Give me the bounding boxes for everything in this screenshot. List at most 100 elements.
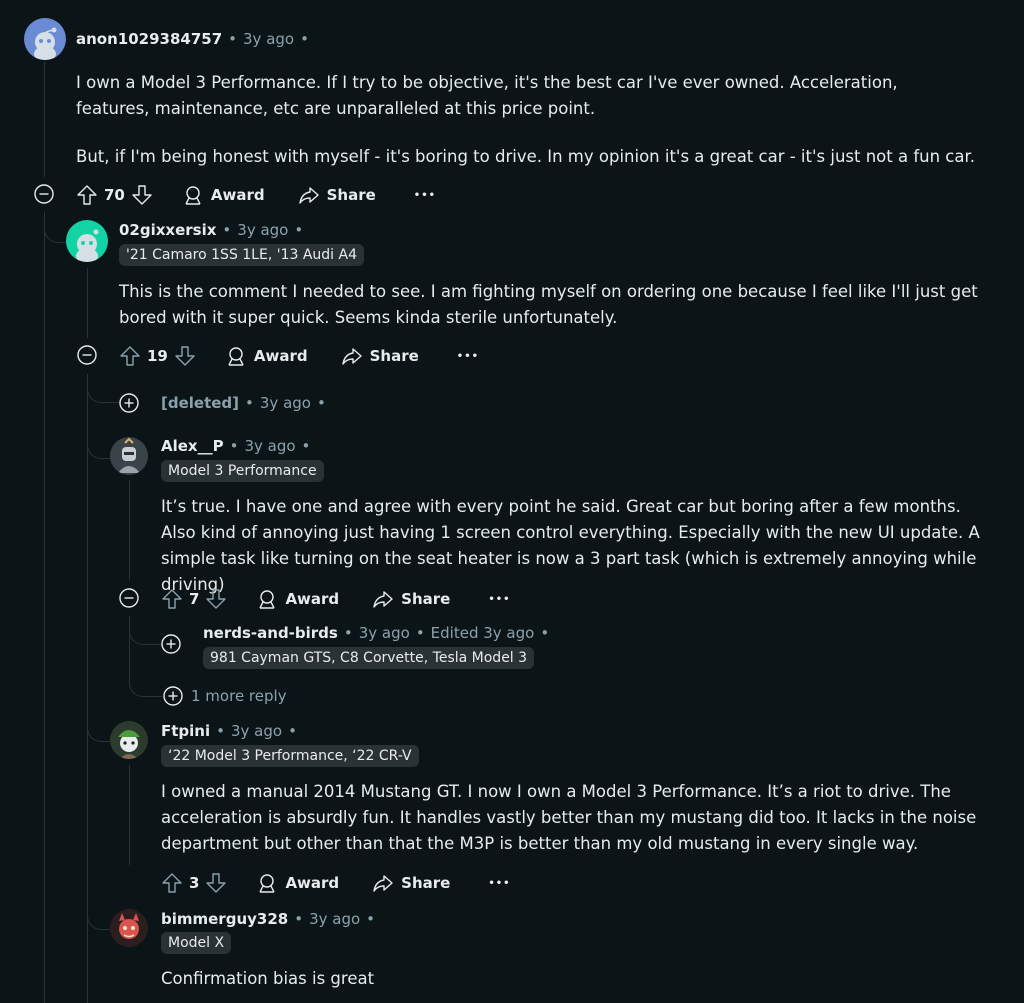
upvote-icon[interactable] (119, 345, 141, 367)
more-options-button[interactable]: ••• (457, 351, 479, 362)
share-icon (298, 187, 319, 204)
minus-circle-icon (119, 588, 139, 608)
award-button[interactable]: Award (226, 346, 308, 366)
avatar[interactable] (110, 721, 148, 759)
snoo-avatar-icon (34, 27, 57, 60)
user-flair: Model X (161, 932, 232, 954)
upvote-icon[interactable] (161, 872, 183, 894)
comment-body: I owned a manual 2014 Mustang GT. I now … (161, 782, 977, 853)
user-flair: '21 Camaro 1SS 1LE, '13 Audi A4 (119, 244, 365, 266)
award-button[interactable]: Award (257, 873, 339, 893)
share-button[interactable]: Share (373, 873, 450, 893)
award-button[interactable]: Award (257, 589, 339, 609)
thread-line-l3b (129, 765, 130, 865)
vote-group: 19 (119, 345, 196, 367)
timestamp[interactable]: 3y ago (309, 910, 360, 928)
more-options-button[interactable]: ••• (488, 594, 510, 605)
more-options-button[interactable]: ••• (488, 878, 510, 889)
username: [deleted] (161, 394, 240, 412)
expand-button[interactable] (119, 393, 139, 413)
green-hat-avatar-icon (118, 730, 140, 759)
comment-meta: nerds-and-birds • 3y ago • Edited 3y ago… (203, 624, 550, 642)
comment-actions: 3 Award Share ••• (161, 869, 511, 897)
share-icon (373, 591, 393, 608)
username[interactable]: bimmerguy328 (161, 910, 288, 928)
thread-connector (87, 741, 112, 930)
username[interactable]: Alex__P (161, 437, 224, 455)
vote-group: 70 (76, 184, 153, 206)
thread-connector (129, 644, 162, 697)
vote-count: 3 (189, 874, 200, 892)
share-button[interactable]: Share (341, 346, 419, 366)
expand-button[interactable] (161, 634, 181, 654)
plus-circle-icon (161, 634, 181, 654)
collapse-button[interactable] (119, 588, 139, 608)
comment-body: It’s true. I have one and agree with eve… (161, 497, 980, 594)
comment-meta: bimmerguy328 • 3y ago • (161, 910, 376, 928)
comment-actions: 7 Award Share ••• (161, 585, 511, 613)
user-flair: ‘22 Model 3 Performance, ‘22 CR-V (161, 745, 419, 767)
upvote-icon[interactable] (161, 588, 183, 610)
vote-count: 7 (189, 590, 200, 608)
user-flair: Model 3 Performance (161, 460, 324, 482)
avatar[interactable] (24, 18, 66, 60)
comment-actions: 19 Award Share ••• (119, 342, 479, 370)
knight-avatar-icon (118, 437, 140, 473)
vote-group: 7 (161, 588, 227, 610)
username[interactable]: anon1029384757 (76, 30, 222, 48)
comment-body: I own a Model 3 Performance. If I try to… (76, 73, 976, 166)
comment-meta: anon1029384757 • 3y ago • (76, 30, 309, 48)
vote-count: 19 (147, 347, 168, 365)
comment-meta: 02gixxersix • 3y ago • (119, 221, 304, 239)
award-icon (185, 186, 201, 205)
timestamp[interactable]: 3y ago (359, 624, 410, 642)
timestamp[interactable]: 3y ago (231, 722, 282, 740)
thread-line-l2 (87, 268, 88, 338)
award-button[interactable]: Award (183, 185, 265, 205)
edited-label: Edited 3y ago (430, 624, 535, 642)
thread-connector (87, 458, 112, 742)
downvote-icon[interactable] (131, 184, 153, 206)
snoo-avatar-icon (76, 229, 99, 262)
plus-circle-icon (119, 393, 139, 413)
share-icon (373, 875, 393, 892)
comment-meta: [deleted] • 3y ago • (161, 394, 326, 412)
comment-body: This is the comment I needed to see. I a… (119, 282, 978, 327)
collapse-button[interactable] (77, 345, 97, 365)
username[interactable]: 02gixxersix (119, 221, 216, 239)
avatar[interactable] (66, 220, 108, 262)
username[interactable]: Ftpini (161, 722, 210, 740)
timestamp[interactable]: 3y ago (260, 394, 311, 412)
thread-connector (87, 374, 120, 403)
avatar[interactable] (110, 909, 148, 947)
minus-circle-icon (34, 184, 54, 204)
share-icon (341, 348, 362, 365)
award-icon (259, 874, 276, 893)
share-button[interactable]: Share (373, 589, 450, 609)
collapse-button[interactable] (34, 184, 54, 204)
username[interactable]: nerds-and-birds (203, 624, 338, 642)
comment-actions: 70 Award Share ••• (76, 181, 436, 209)
timestamp[interactable]: 3y ago (244, 437, 295, 455)
plus-circle-icon (163, 686, 183, 706)
thread-line-l3 (129, 480, 130, 580)
thread-connector (87, 402, 112, 459)
share-button[interactable]: Share (298, 185, 376, 205)
downvote-icon[interactable] (205, 872, 227, 894)
timestamp[interactable]: 3y ago (237, 221, 288, 239)
thread-line-root (44, 62, 45, 177)
user-flair: 981 Cayman GTS, C8 Corvette, Tesla Model… (203, 647, 535, 669)
thread-connector (44, 212, 67, 243)
comment-meta: Ftpini • 3y ago • (161, 722, 297, 740)
more-options-button[interactable]: ••• (414, 190, 436, 201)
downvote-icon[interactable] (205, 588, 227, 610)
award-icon (259, 590, 276, 609)
minus-circle-icon (77, 345, 97, 365)
downvote-icon[interactable] (174, 345, 196, 367)
more-replies-button[interactable]: 1 more reply (163, 686, 287, 706)
timestamp[interactable]: 3y ago (243, 30, 294, 48)
comment-meta: Alex__P • 3y ago • (161, 437, 311, 455)
upvote-icon[interactable] (76, 184, 98, 206)
avatar[interactable] (110, 437, 148, 475)
thread-connector (129, 616, 162, 645)
